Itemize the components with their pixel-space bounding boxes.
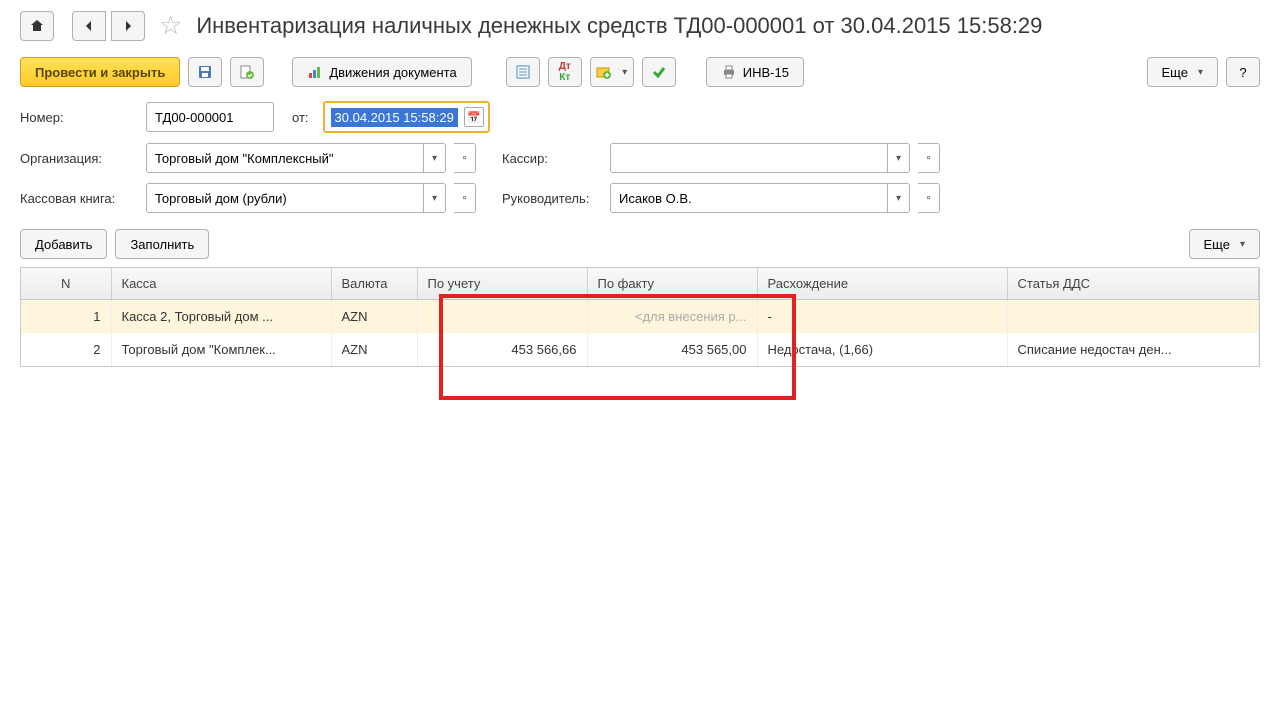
manager-input[interactable] — [611, 184, 887, 212]
home-icon — [29, 18, 45, 34]
chevron-down-icon[interactable]: ▾ — [423, 144, 445, 172]
cell-po-uchetu[interactable]: 453 566,66 — [417, 333, 587, 366]
manager-combo[interactable]: ▾ — [610, 183, 910, 213]
top-nav: ☆ Инвентаризация наличных денежных средс… — [0, 0, 1280, 49]
cashier-input[interactable] — [611, 144, 887, 172]
date-field[interactable]: 30.04.2015 15:58:29 📅 — [323, 101, 490, 133]
add-row-button[interactable]: Добавить — [20, 229, 107, 259]
cell-valuta[interactable]: AZN — [331, 300, 417, 334]
home-button[interactable] — [20, 11, 54, 41]
cell-po-faktu[interactable]: <для внесения р... — [587, 300, 757, 334]
col-po-faktu[interactable]: По факту — [587, 268, 757, 300]
col-kassa[interactable]: Касса — [111, 268, 331, 300]
org-input[interactable] — [147, 144, 423, 172]
more-label: Еще — [1162, 65, 1188, 80]
cell-n[interactable]: 1 — [21, 300, 111, 334]
chevron-down-icon[interactable]: ▾ — [423, 184, 445, 212]
post-button[interactable] — [230, 57, 264, 87]
org-combo[interactable]: ▾ — [146, 143, 446, 173]
post-icon — [239, 64, 255, 80]
inv15-label: ИНВ-15 — [743, 65, 789, 80]
table-header-row: N Касса Валюта По учету По факту Расхожд… — [21, 268, 1259, 300]
form-area: Номер: от: 30.04.2015 15:58:29 📅 Организ… — [0, 95, 1280, 219]
calendar-icon[interactable]: 📅 — [464, 107, 484, 127]
main-toolbar: Провести и закрыть Движения документа Дт… — [0, 49, 1280, 95]
book-input[interactable] — [147, 184, 423, 212]
favorite-star-icon[interactable]: ☆ — [159, 10, 182, 41]
cell-n[interactable]: 2 — [21, 333, 111, 366]
floppy-icon — [197, 64, 213, 80]
dtkt-icon: ДтКт — [559, 61, 571, 83]
print-inv15-button[interactable]: ИНВ-15 — [706, 57, 804, 87]
number-field[interactable] — [146, 102, 274, 132]
table-toolbar: Добавить Заполнить Еще ▾ — [0, 219, 1280, 267]
table-row[interactable]: 1 Касса 2, Торговый дом ... AZN <для вне… — [21, 300, 1259, 334]
cell-dds[interactable] — [1007, 300, 1259, 334]
col-valuta[interactable]: Валюта — [331, 268, 417, 300]
cashier-open-button[interactable]: ▫ — [918, 143, 940, 173]
cell-po-uchetu[interactable] — [417, 300, 587, 334]
cell-kassa[interactable]: Торговый дом "Комплек... — [111, 333, 331, 366]
cell-po-faktu[interactable]: 453 565,00 — [587, 333, 757, 366]
cell-rash[interactable]: - — [757, 300, 1007, 334]
cashier-combo[interactable]: ▾ — [610, 143, 910, 173]
table-row[interactable]: 2 Торговый дом "Комплек... AZN 453 566,6… — [21, 333, 1259, 366]
manager-label: Руководитель: — [484, 191, 602, 206]
check-icon — [651, 64, 667, 80]
org-open-button[interactable]: ▫ — [454, 143, 476, 173]
number-label: Номер: — [20, 110, 138, 125]
data-table: N Касса Валюта По учету По факту Расхожд… — [20, 267, 1260, 367]
chevron-down-icon: ▾ — [1198, 67, 1203, 78]
book-combo[interactable]: ▾ — [146, 183, 446, 213]
cell-kassa[interactable]: Касса 2, Торговый дом ... — [111, 300, 331, 334]
forward-button[interactable] — [111, 11, 145, 41]
cell-rash[interactable]: Недостача, (1,66) — [757, 333, 1007, 366]
create-based-on-button[interactable]: ▾ — [590, 57, 634, 87]
col-n[interactable]: N — [21, 268, 111, 300]
movements-label: Движения документа — [329, 65, 456, 80]
date-value: 30.04.2015 15:58:29 — [331, 108, 458, 127]
org-label: Организация: — [20, 151, 138, 166]
table-more-label: Еще — [1204, 237, 1230, 252]
help-button[interactable]: ? — [1226, 57, 1260, 87]
dtkt-button[interactable]: ДтКт — [548, 57, 582, 87]
col-po-uchetu[interactable]: По учету — [417, 268, 587, 300]
from-label: от: — [292, 110, 309, 125]
chart-icon — [307, 64, 323, 80]
chevron-down-icon[interactable]: ▾ — [887, 144, 909, 172]
cell-valuta[interactable]: AZN — [331, 333, 417, 366]
list-button[interactable] — [506, 57, 540, 87]
arrow-left-icon — [81, 18, 97, 34]
more-button[interactable]: Еще ▾ — [1147, 57, 1218, 87]
chevron-down-icon[interactable]: ▾ — [887, 184, 909, 212]
post-and-close-button[interactable]: Провести и закрыть — [20, 57, 180, 87]
cashier-label: Кассир: — [484, 151, 602, 166]
arrow-right-icon — [120, 18, 136, 34]
manager-open-button[interactable]: ▫ — [918, 183, 940, 213]
col-dds[interactable]: Статья ДДС — [1007, 268, 1259, 300]
book-open-button[interactable]: ▫ — [454, 183, 476, 213]
list-icon — [515, 64, 531, 80]
book-label: Кассовая книга: — [20, 191, 138, 206]
save-button[interactable] — [188, 57, 222, 87]
fill-button[interactable]: Заполнить — [115, 229, 209, 259]
page-title: Инвентаризация наличных денежных средств… — [196, 13, 1042, 39]
back-button[interactable] — [72, 11, 106, 41]
table-more-button[interactable]: Еще ▾ — [1189, 229, 1260, 259]
chevron-down-icon: ▾ — [1240, 239, 1245, 250]
printer-icon — [721, 64, 737, 80]
col-rash[interactable]: Расхождение — [757, 268, 1007, 300]
movements-button[interactable]: Движения документа — [292, 57, 471, 87]
folder-plus-icon — [596, 64, 612, 80]
cell-dds[interactable]: Списание недостач ден... — [1007, 333, 1259, 366]
chevron-down-icon: ▾ — [622, 67, 627, 78]
approve-button[interactable] — [642, 57, 676, 87]
